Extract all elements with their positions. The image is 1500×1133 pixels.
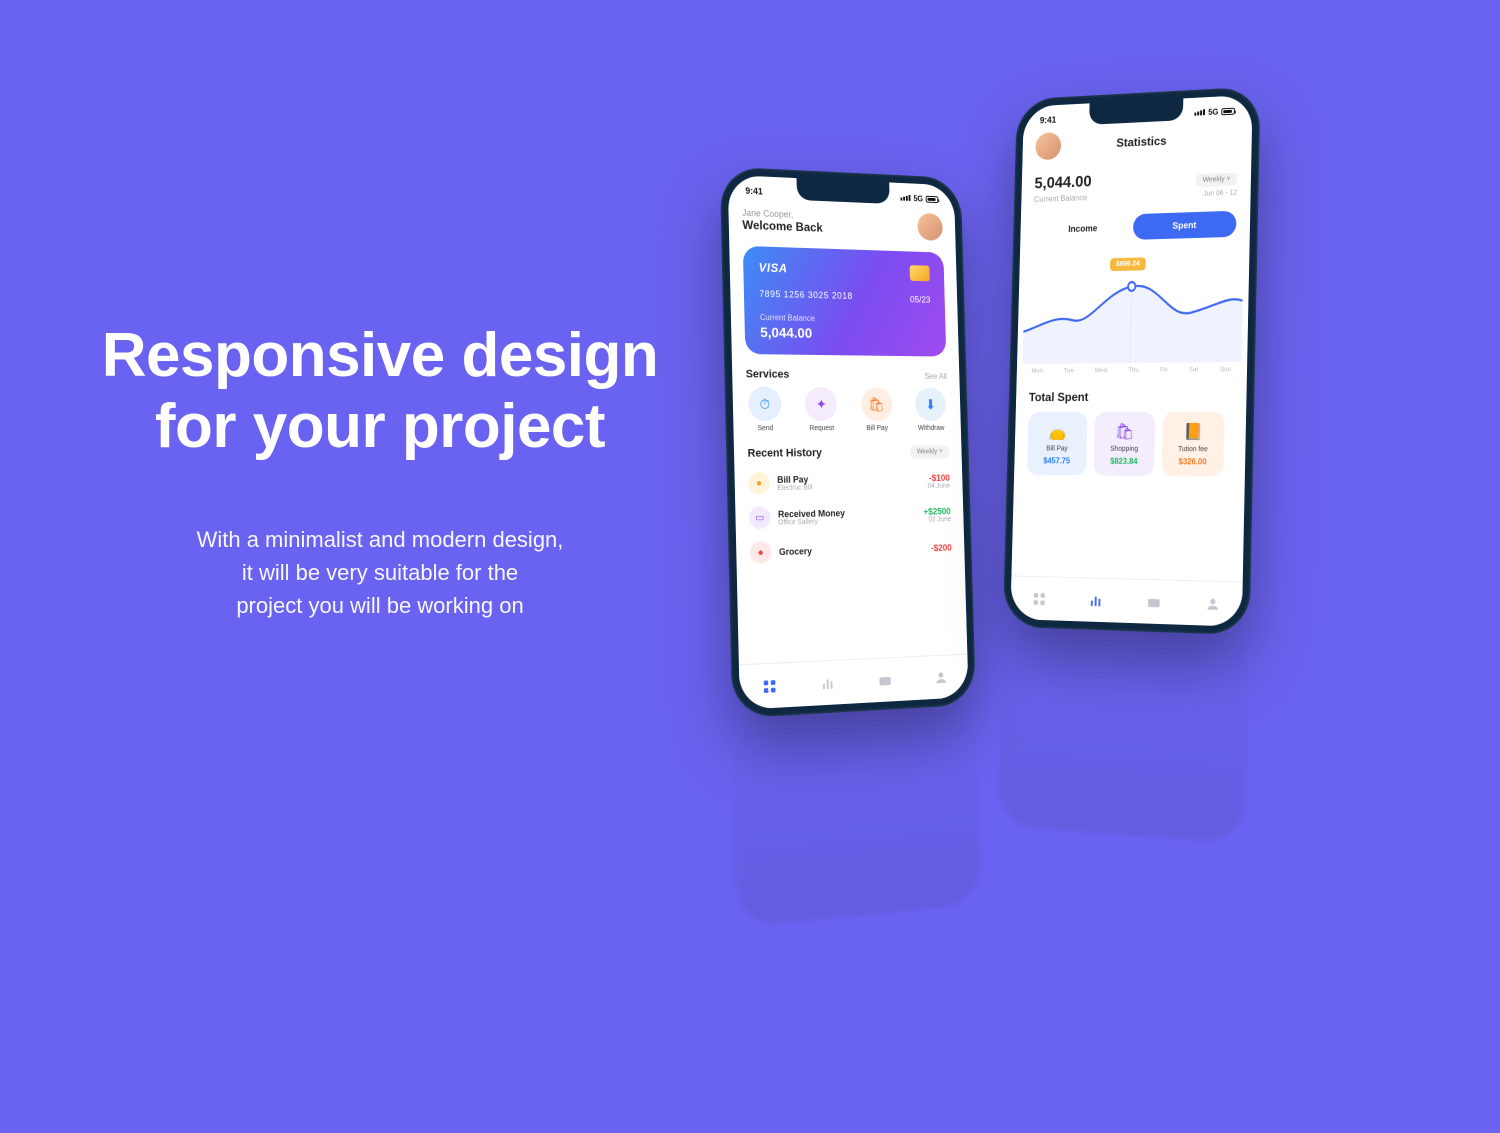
spent-card-shopping[interactable]: 🛍Shopping$823.84 (1093, 412, 1155, 476)
avatar[interactable] (1035, 132, 1061, 160)
date-range: Jun 06 - 12 (1196, 190, 1238, 199)
tab-spent[interactable]: Spent (1133, 211, 1237, 240)
tab-stats[interactable] (1087, 591, 1104, 610)
history-header: Recent History (748, 447, 823, 460)
withdraw-icon: ⬇ (915, 388, 947, 421)
hero-subtitle: With a minimalist and modern design, it … (60, 523, 700, 622)
send-icon: ⏱ (748, 387, 782, 422)
bill-icon: 🛍 (860, 387, 892, 421)
tab-profile[interactable] (1203, 594, 1221, 613)
signal-icon (901, 195, 911, 201)
history-row[interactable]: ● Grocery -$200 (736, 531, 965, 571)
tab-profile[interactable] (932, 668, 949, 687)
tab-wallet[interactable] (1145, 593, 1163, 612)
status-bar: 9:41 5G (728, 175, 955, 209)
history-filter[interactable]: Weekly ˅ (910, 445, 949, 458)
card-number: 7895 1256 3025 2018 (759, 289, 930, 303)
bag-icon: 🛍 (1115, 422, 1135, 442)
signal-icon (1195, 109, 1206, 115)
chip-icon (910, 265, 930, 281)
hero-text: Responsive design for your project With … (60, 320, 700, 622)
cart-icon: ● (750, 541, 772, 564)
card-expiry: 05/23 (910, 294, 931, 304)
tab-bar (739, 654, 969, 710)
phone-statistics: 9:41 5G Statistics 5,044.00 Current Bala… (1003, 86, 1261, 635)
wallet-icon: 👝 (1048, 422, 1067, 442)
tab-home[interactable] (760, 676, 778, 695)
spent-card-billpay[interactable]: 👝Bill Pay$457.75 (1027, 412, 1088, 476)
chart-tooltip: $896.24 (1110, 257, 1145, 271)
hero-title: Responsive design for your project (60, 320, 700, 463)
service-billpay[interactable]: 🛍Bill Pay (860, 387, 893, 432)
balance-value: 5,044.00 (760, 324, 932, 343)
battery-icon (926, 195, 939, 202)
book-icon: 📙 (1183, 422, 1203, 442)
status-time: 9:41 (745, 186, 763, 197)
wallet-icon: ▭ (749, 506, 771, 529)
tab-home[interactable] (1030, 589, 1047, 607)
battery-icon (1221, 107, 1235, 115)
balance-label: Current Balance (760, 313, 931, 325)
chevron-down-icon: ˅ (1226, 176, 1230, 183)
balance-card[interactable]: VISA 7895 1256 3025 2018 05/23 Current B… (743, 246, 946, 357)
card-brand: VISA (759, 260, 930, 279)
segment-control: Income Spent (1033, 211, 1237, 243)
service-withdraw[interactable]: ⬇Withdraw (915, 388, 947, 432)
chevron-down-icon: ˅ (939, 448, 943, 455)
avatar[interactable] (917, 213, 943, 241)
tab-bar (1010, 575, 1242, 626)
services-header: Services (746, 368, 790, 381)
chart-days: MonTueWedThuFriSatSun (1017, 362, 1247, 375)
request-icon: ✦ (805, 387, 838, 421)
bill-icon: ● (748, 472, 770, 495)
see-all-link[interactable]: See All (924, 371, 947, 380)
tab-stats[interactable] (819, 673, 837, 692)
history-row[interactable]: ● Bill PayElectruc Bill -$10004 June (734, 464, 963, 501)
service-request[interactable]: ✦Request (805, 387, 838, 432)
history-row[interactable]: ▭ Received MoneyOffice Sallery +$250002 … (735, 497, 964, 535)
phone-mockups: 9:41 5G Jane Cooper, Welcome Back VISA 7… (710, 60, 1350, 960)
tab-income[interactable]: Income (1033, 214, 1133, 243)
spent-card-tuition[interactable]: 📙Tution fee$326.00 (1161, 412, 1224, 477)
service-send[interactable]: ⏱Send (748, 387, 782, 433)
page-title: Statistics (1116, 134, 1166, 150)
period-selector[interactable]: Weekly ˅ (1196, 173, 1238, 188)
stats-balance: 5,044.00 (1034, 173, 1092, 193)
spending-chart[interactable]: $896.24 (1023, 251, 1244, 364)
phone-home: 9:41 5G Jane Cooper, Welcome Back VISA 7… (720, 166, 976, 718)
tab-wallet[interactable] (876, 671, 893, 690)
greeting-welcome: Welcome Back (742, 218, 823, 235)
total-spent-header: Total Spent (1029, 389, 1233, 404)
